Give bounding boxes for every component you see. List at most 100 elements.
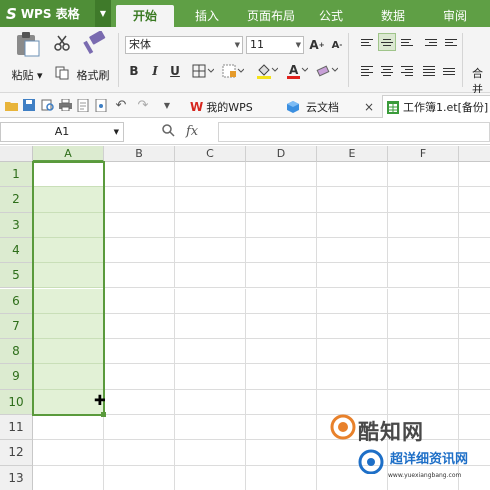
row-header-11[interactable]: 11 bbox=[0, 415, 33, 441]
decrease-indent-button[interactable] bbox=[422, 33, 440, 51]
distribute-button[interactable] bbox=[440, 62, 458, 80]
cell-d8[interactable] bbox=[246, 339, 317, 365]
cell-style-button[interactable] bbox=[220, 62, 246, 80]
cell-b1[interactable] bbox=[104, 162, 175, 188]
cell-e5[interactable] bbox=[317, 263, 388, 289]
font-name-combo[interactable]: 宋体 ▼ bbox=[125, 36, 243, 54]
cell-e11[interactable] bbox=[317, 415, 388, 441]
column-header-g[interactable]: G bbox=[459, 146, 490, 162]
cell-e6[interactable] bbox=[317, 288, 388, 314]
redo-icon[interactable]: ↷ bbox=[136, 98, 150, 113]
cell-e9[interactable] bbox=[317, 364, 388, 390]
cell-e2[interactable] bbox=[317, 187, 388, 213]
cell-e3[interactable] bbox=[317, 212, 388, 238]
chevron-down-icon[interactable]: ▼ bbox=[114, 123, 119, 141]
print-preview-icon[interactable] bbox=[40, 98, 54, 112]
cell-e1[interactable] bbox=[317, 162, 388, 188]
column-header-b[interactable]: B bbox=[104, 146, 175, 162]
align-top-button[interactable] bbox=[358, 33, 376, 51]
cell-f7[interactable] bbox=[388, 313, 459, 340]
cell-a3[interactable] bbox=[33, 212, 104, 238]
row-header-3[interactable]: 3 bbox=[0, 212, 33, 238]
font-size-combo[interactable]: 11 ▼ bbox=[246, 36, 304, 54]
cell-a1[interactable] bbox=[33, 162, 104, 188]
cell-d10[interactable] bbox=[246, 389, 317, 415]
cell-g10[interactable] bbox=[459, 390, 490, 415]
underline-button[interactable]: U bbox=[166, 62, 184, 80]
cell-d5[interactable] bbox=[246, 263, 317, 289]
cell-d11[interactable] bbox=[246, 415, 317, 441]
doc-tab-workbook[interactable]: 工作簿1.et[备份] bbox=[382, 95, 490, 118]
cell-d1[interactable] bbox=[246, 162, 317, 188]
close-icon[interactable]: × bbox=[364, 100, 374, 114]
cell-d6[interactable] bbox=[246, 288, 317, 314]
cell-b4[interactable] bbox=[104, 237, 175, 264]
cell-d13[interactable] bbox=[246, 465, 317, 490]
column-header-f[interactable]: F bbox=[388, 146, 459, 162]
tab-review[interactable]: 审阅 bbox=[430, 5, 480, 27]
tab-data[interactable]: 数据 bbox=[368, 5, 418, 27]
cell-c4[interactable] bbox=[175, 237, 246, 264]
cell-c3[interactable] bbox=[175, 212, 246, 238]
cell-d7[interactable] bbox=[246, 313, 317, 340]
cell-e8[interactable] bbox=[317, 339, 388, 365]
cut-button[interactable] bbox=[52, 33, 72, 53]
align-middle-button[interactable] bbox=[378, 33, 396, 51]
cell-b11[interactable] bbox=[104, 415, 175, 441]
cell-g11[interactable] bbox=[459, 415, 490, 441]
cell-b9[interactable] bbox=[104, 364, 175, 390]
shrink-font-button[interactable]: A- bbox=[328, 36, 346, 54]
row-header-2[interactable]: 2 bbox=[0, 187, 33, 213]
save-icon[interactable] bbox=[22, 98, 36, 112]
cell-c5[interactable] bbox=[175, 263, 246, 289]
cell-a11[interactable] bbox=[33, 415, 104, 441]
cell-f1[interactable] bbox=[388, 162, 459, 188]
copy-button[interactable] bbox=[52, 63, 72, 83]
cell-f10[interactable] bbox=[388, 389, 459, 415]
cell-g3[interactable] bbox=[459, 213, 490, 238]
cell-f3[interactable] bbox=[388, 212, 459, 238]
cell-b8[interactable] bbox=[104, 339, 175, 365]
align-center-button[interactable] bbox=[378, 62, 396, 80]
search-icon[interactable] bbox=[162, 124, 175, 140]
cell-b3[interactable] bbox=[104, 212, 175, 238]
cell-b12[interactable] bbox=[104, 440, 175, 466]
row-header-1[interactable]: 1 bbox=[0, 162, 33, 188]
column-header-a[interactable]: A bbox=[33, 146, 104, 162]
doc-tab-cloud-docs[interactable]: 云文档 × bbox=[282, 95, 380, 118]
clear-format-button[interactable] bbox=[314, 62, 340, 80]
chevron-down-icon[interactable]: ▼ bbox=[95, 0, 111, 27]
cell-b10[interactable] bbox=[104, 389, 175, 415]
align-left-button[interactable] bbox=[358, 62, 376, 80]
fill-handle[interactable] bbox=[101, 412, 106, 417]
cell-f8[interactable] bbox=[388, 339, 459, 365]
row-header-13[interactable]: 13 bbox=[0, 465, 33, 490]
cell-a2[interactable] bbox=[33, 187, 104, 213]
cell-g6[interactable] bbox=[459, 289, 490, 314]
grow-font-button[interactable]: A + bbox=[308, 36, 326, 54]
folder-icon[interactable] bbox=[4, 98, 18, 112]
row-header-10[interactable]: 10 bbox=[0, 389, 33, 415]
cell-e4[interactable] bbox=[317, 237, 388, 264]
undo-icon[interactable]: ↶ bbox=[114, 98, 128, 113]
row-header-4[interactable]: 4 bbox=[0, 237, 33, 264]
cell-d4[interactable] bbox=[246, 237, 317, 264]
cell-c10[interactable] bbox=[175, 389, 246, 415]
tab-home[interactable]: 开始 bbox=[116, 5, 174, 27]
tab-insert[interactable]: 插入 bbox=[182, 5, 232, 27]
cell-b5[interactable] bbox=[104, 263, 175, 289]
cell-g4[interactable] bbox=[459, 238, 490, 264]
cell-c13[interactable] bbox=[175, 465, 246, 490]
justify-button[interactable] bbox=[420, 62, 438, 80]
cell-c7[interactable] bbox=[175, 313, 246, 340]
cell-e12[interactable] bbox=[317, 440, 388, 466]
row-header-5[interactable]: 5 bbox=[0, 263, 33, 289]
cell-c9[interactable] bbox=[175, 364, 246, 390]
doc-tab-my-wps[interactable]: W 我的WPS bbox=[186, 95, 282, 118]
cell-d3[interactable] bbox=[246, 212, 317, 238]
column-header-d[interactable]: D bbox=[246, 146, 317, 162]
cell-c1[interactable] bbox=[175, 162, 246, 188]
cell-g12[interactable] bbox=[459, 440, 490, 466]
cell-g1[interactable] bbox=[459, 162, 490, 188]
cell-g8[interactable] bbox=[459, 339, 490, 365]
